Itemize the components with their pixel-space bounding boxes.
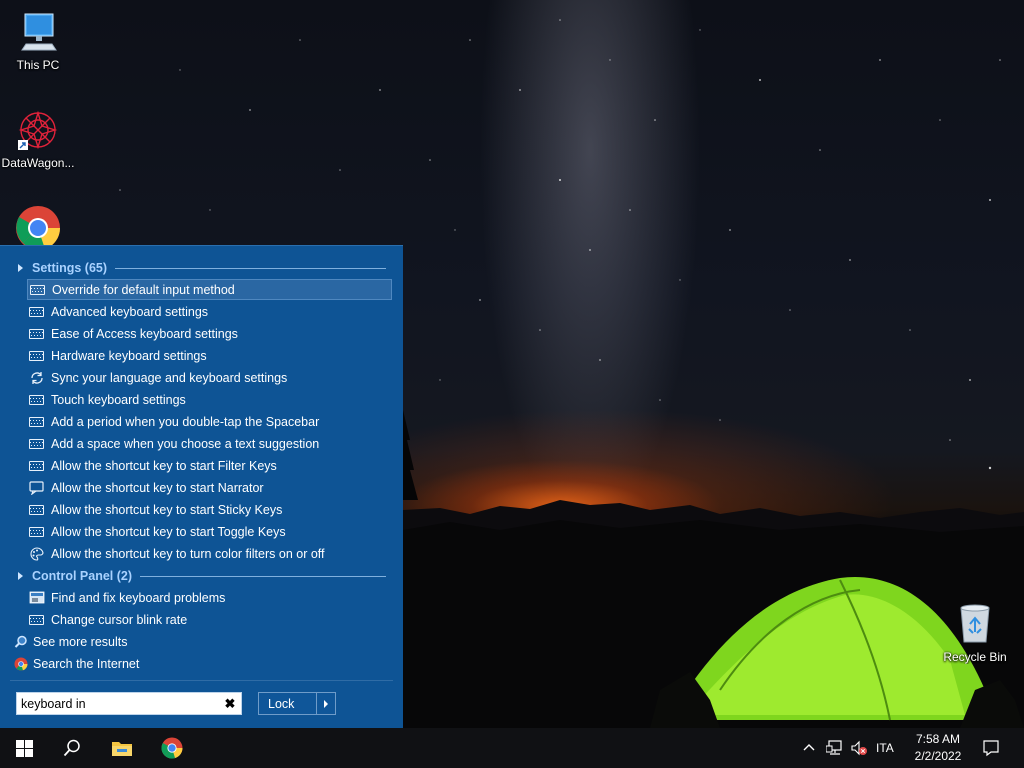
result-shortcut-filter-keys[interactable]: Allow the shortcut key to start Filter K…: [27, 455, 392, 476]
sync-icon: [31, 371, 43, 384]
desktop-icon-datawagon[interactable]: DataWagon...: [0, 108, 76, 170]
result-shortcut-color-filters[interactable]: Allow the shortcut key to turn color fil…: [27, 543, 392, 564]
chevron-up-icon[interactable]: [802, 741, 816, 755]
result-label: Sync your language and keyboard settings: [51, 370, 288, 385]
search-box[interactable]: ✖: [16, 692, 242, 715]
desktop-icon-this-pc[interactable]: This PC: [0, 10, 76, 72]
result-label: Hardware keyboard settings: [51, 348, 207, 363]
clock-time: 7:58 AM: [915, 732, 961, 746]
power-options-arrow[interactable]: [316, 693, 335, 714]
panel-divider: [10, 680, 393, 681]
desktop-icon-chrome[interactable]: [0, 205, 76, 245]
chevron-right-icon: [324, 699, 329, 708]
narrator-icon: [29, 480, 44, 496]
see-more-results-link[interactable]: See more results: [14, 632, 127, 652]
start-button[interactable]: [0, 728, 48, 768]
taskbar-clock[interactable]: 7:58 AM 2/2/2022: [904, 731, 972, 765]
result-label: Advanced keyboard settings: [51, 304, 209, 319]
input-language-indicator[interactable]: ITA: [876, 741, 894, 755]
result-advanced-keyboard-settings[interactable]: Advanced keyboard settings: [27, 301, 392, 322]
troubleshoot-icon: [29, 591, 45, 603]
group-header-control-panel[interactable]: Control Panel (2): [16, 567, 386, 585]
result-label: Allow the shortcut key to start Narrator: [51, 480, 264, 495]
tree-silhouette: [403, 410, 418, 500]
result-ease-of-access-keyboard[interactable]: Ease of Access keyboard settings: [27, 323, 392, 344]
result-label: Ease of Access keyboard settings: [51, 326, 238, 341]
keyboard-icon: [29, 394, 44, 405]
volume-muted-icon[interactable]: [850, 740, 868, 756]
keyboard-icon: [30, 284, 45, 295]
result-find-fix-keyboard[interactable]: Find and fix keyboard problems: [27, 587, 392, 608]
group-divider: [140, 575, 386, 577]
color-palette-icon: [30, 546, 44, 561]
clear-search-icon[interactable]: ✖: [219, 693, 241, 714]
keyboard-icon: [29, 460, 44, 471]
keyboard-icon: [29, 328, 44, 339]
lock-button[interactable]: Lock: [258, 692, 336, 715]
result-sync-language-keyboard[interactable]: Sync your language and keyboard settings: [27, 367, 392, 388]
keyboard-icon: [29, 416, 44, 427]
folder-icon: [112, 742, 132, 756]
search-icon: [14, 635, 27, 648]
result-label: Add a period when you double-tap the Spa…: [51, 414, 320, 429]
result-label: Find and fix keyboard problems: [51, 590, 226, 605]
desktop-icon-label: This PC: [16, 58, 60, 72]
keyboard-icon: [29, 614, 44, 625]
recycle-bin-icon: [960, 604, 990, 643]
group-header-label: Control Panel (2): [32, 569, 133, 583]
taskbar: ITA 7:58 AM 2/2/2022: [0, 728, 1024, 768]
computer-icon: [21, 13, 57, 51]
search-internet-label: Search the Internet: [33, 657, 140, 671]
keyboard-icon: [29, 438, 44, 449]
desktop-icon-label: Recycle Bin: [943, 650, 1007, 664]
result-touch-keyboard-settings[interactable]: Touch keyboard settings: [27, 389, 392, 410]
result-change-cursor-blink-rate[interactable]: Change cursor blink rate: [27, 609, 392, 630]
result-shortcut-sticky-keys[interactable]: Allow the shortcut key to start Sticky K…: [27, 499, 392, 520]
windows-logo-icon: [15, 739, 33, 757]
search-internet-link[interactable]: Search the Internet: [14, 654, 139, 674]
taskbar-search-button[interactable]: [48, 728, 96, 768]
group-header-settings[interactable]: Settings (65): [16, 259, 386, 277]
result-label: Touch keyboard settings: [51, 392, 186, 407]
see-more-label: See more results: [33, 635, 128, 649]
result-space-text-suggestion[interactable]: Add a space when you choose a text sugge…: [27, 433, 392, 454]
result-label: Allow the shortcut key to start Sticky K…: [51, 502, 283, 517]
chrome-icon: [16, 206, 61, 245]
taskbar-file-explorer[interactable]: [98, 728, 146, 768]
result-hardware-keyboard-settings[interactable]: Hardware keyboard settings: [27, 345, 392, 366]
chrome-icon: [161, 737, 183, 759]
result-label: Change cursor blink rate: [51, 612, 188, 627]
result-label: Allow the shortcut key to turn color fil…: [51, 546, 325, 561]
search-icon: [63, 739, 80, 757]
result-label: Override for default input method: [52, 282, 235, 297]
keyboard-icon: [29, 504, 44, 515]
group-divider: [115, 267, 386, 269]
keyboard-icon: [29, 306, 44, 317]
start-search-panel: Settings (65) Override for default input…: [0, 245, 403, 728]
result-label: Add a space when you choose a text sugge…: [51, 436, 320, 451]
result-label: Allow the shortcut key to start Filter K…: [51, 458, 277, 473]
datawagon-logo-icon: [18, 110, 58, 150]
result-override-default-input[interactable]: Override for default input method: [27, 279, 392, 300]
result-period-double-tap-spacebar[interactable]: Add a period when you double-tap the Spa…: [27, 411, 392, 432]
desktop-icon-label: DataWagon...: [1, 156, 75, 170]
desktop-icon-recycle-bin[interactable]: Recycle Bin: [937, 602, 1013, 664]
result-shortcut-toggle-keys[interactable]: Allow the shortcut key to start Toggle K…: [27, 521, 392, 542]
expand-arrow-icon: [18, 572, 23, 580]
chrome-icon: [14, 657, 28, 671]
group-header-label: Settings (65): [32, 261, 108, 275]
expand-arrow-icon: [18, 264, 23, 272]
search-input[interactable]: [17, 693, 219, 714]
result-shortcut-narrator[interactable]: Allow the shortcut key to start Narrator: [27, 477, 392, 498]
notification-center-icon[interactable]: [982, 739, 1000, 757]
clock-date: 2/2/2022: [914, 749, 962, 763]
network-icon[interactable]: [826, 740, 844, 756]
keyboard-icon: [29, 350, 44, 361]
result-label: Allow the shortcut key to start Toggle K…: [51, 524, 286, 539]
keyboard-icon: [29, 526, 44, 537]
taskbar-chrome[interactable]: [148, 728, 196, 768]
lock-button-label: Lock: [268, 696, 295, 711]
